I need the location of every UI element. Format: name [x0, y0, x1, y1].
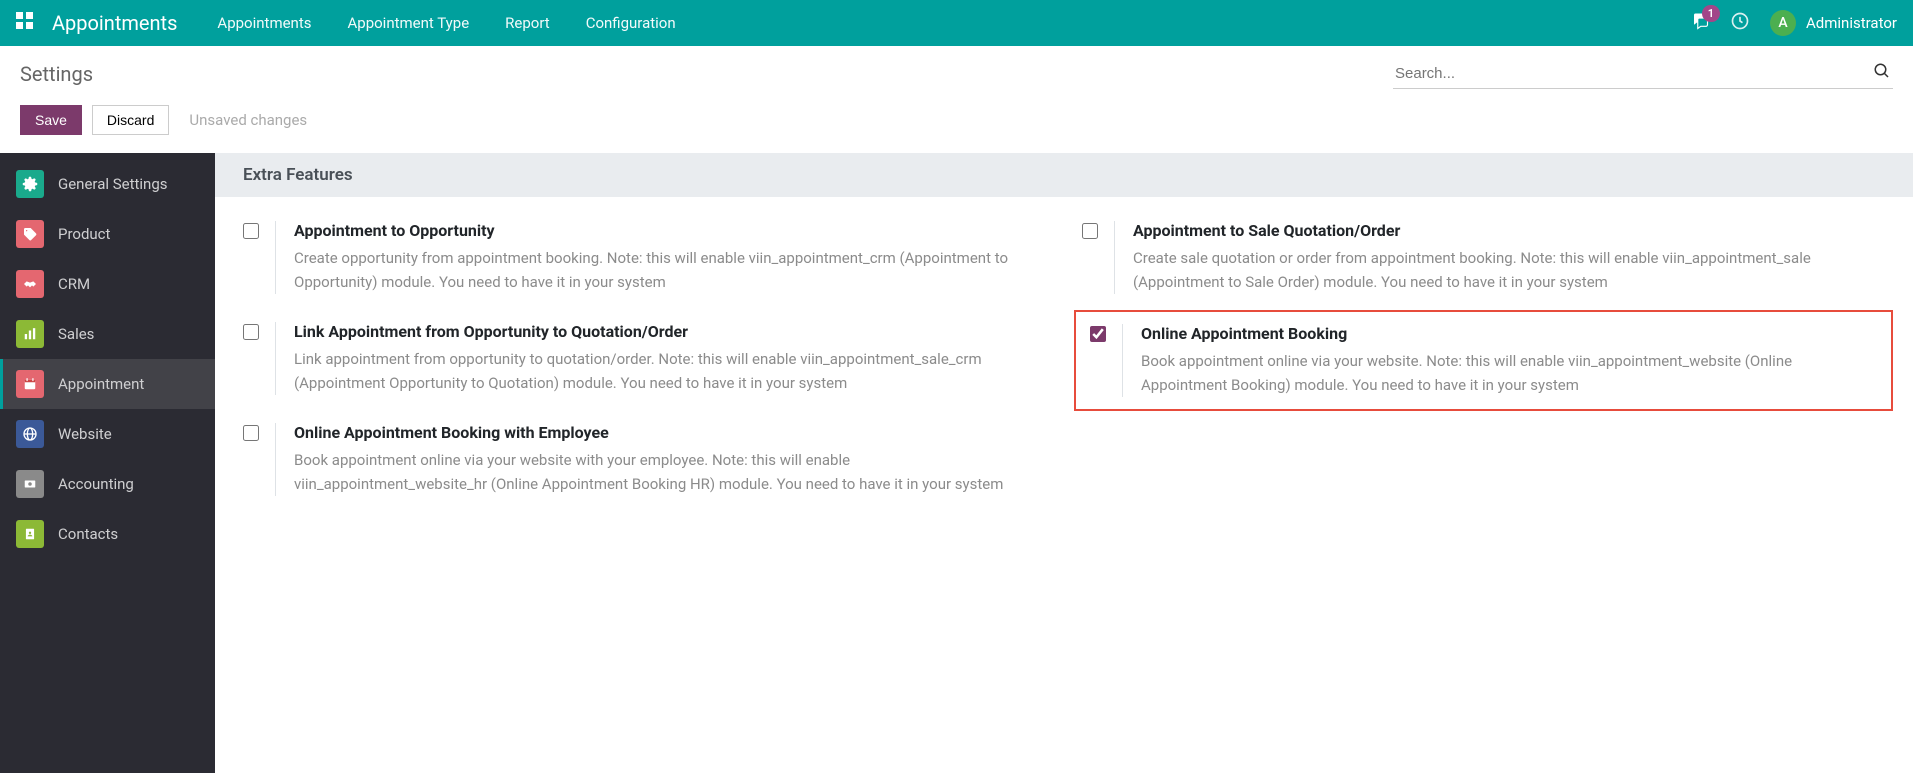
- nav-menu: Appointments Appointment Type Report Con…: [217, 14, 675, 32]
- setting-title: Appointment to Sale Quotation/Order: [1133, 221, 1883, 240]
- status-text: Unsaved changes: [189, 111, 307, 129]
- sidebar-item-accounting[interactable]: Accounting: [0, 459, 215, 509]
- setting-title: Appointment to Opportunity: [294, 221, 1044, 240]
- money-icon: [16, 470, 44, 498]
- user-menu[interactable]: A Administrator: [1770, 10, 1897, 36]
- sidebar-item-contacts[interactable]: Contacts: [0, 509, 215, 559]
- sidebar-item-appointment[interactable]: Appointment: [0, 359, 215, 409]
- calendar-icon: [16, 370, 44, 398]
- apps-grid-icon[interactable]: [16, 12, 34, 34]
- gear-icon: [16, 170, 44, 198]
- sidebar-item-label: Contacts: [58, 525, 118, 543]
- settings-sidebar: General Settings Product CRM Sales Appoi…: [0, 153, 215, 773]
- search-icon[interactable]: [1873, 62, 1891, 84]
- setting-desc: Create sale quotation or order from appo…: [1133, 246, 1883, 294]
- search-input[interactable]: [1395, 65, 1873, 82]
- avatar: A: [1770, 10, 1796, 36]
- globe-icon: [16, 420, 44, 448]
- control-panel: Settings: [0, 46, 1913, 95]
- save-button[interactable]: Save: [20, 105, 82, 135]
- checkbox-online-booking-employee[interactable]: [243, 425, 259, 441]
- nav-appointments[interactable]: Appointments: [217, 14, 311, 32]
- setting-online-booking-employee: Online Appointment Booking with Employee…: [235, 423, 1054, 496]
- chat-icon[interactable]: 1: [1690, 12, 1710, 34]
- settings-grid: Appointment to Opportunity Create opport…: [215, 197, 1913, 520]
- setting-appointment-to-sale: Appointment to Sale Quotation/Order Crea…: [1074, 221, 1893, 294]
- setting-title: Online Appointment Booking: [1141, 324, 1875, 343]
- sidebar-item-website[interactable]: Website: [0, 409, 215, 459]
- page-title: Settings: [20, 62, 93, 86]
- app-title[interactable]: Appointments: [52, 11, 177, 35]
- setting-online-booking: Online Appointment Booking Book appointm…: [1082, 324, 1885, 397]
- tag-icon: [16, 220, 44, 248]
- setting-appointment-to-opportunity: Appointment to Opportunity Create opport…: [235, 221, 1054, 294]
- navbar-right: 1 A Administrator: [1690, 10, 1897, 36]
- main-area: General Settings Product CRM Sales Appoi…: [0, 153, 1913, 773]
- nav-configuration[interactable]: Configuration: [586, 14, 676, 32]
- discard-button[interactable]: Discard: [92, 105, 169, 135]
- setting-desc: Create opportunity from appointment book…: [294, 246, 1044, 294]
- user-name: Administrator: [1806, 14, 1897, 32]
- settings-col-left: Appointment to Opportunity Create opport…: [235, 221, 1054, 496]
- sidebar-item-label: Website: [58, 425, 112, 443]
- checkbox-appointment-to-sale[interactable]: [1082, 223, 1098, 239]
- sidebar-item-sales[interactable]: Sales: [0, 309, 215, 359]
- nav-appointment-type[interactable]: Appointment Type: [348, 14, 470, 32]
- book-icon: [16, 520, 44, 548]
- settings-col-right: Appointment to Sale Quotation/Order Crea…: [1074, 221, 1893, 496]
- handshake-icon: [16, 270, 44, 298]
- highlight-box: Online Appointment Booking Book appointm…: [1074, 310, 1893, 411]
- chart-icon: [16, 320, 44, 348]
- section-header: Extra Features: [215, 153, 1913, 197]
- checkbox-link-appointment-quotation[interactable]: [243, 324, 259, 340]
- sidebar-item-label: Appointment: [58, 375, 144, 393]
- search-box[interactable]: [1393, 58, 1893, 89]
- action-buttons: Save Discard Unsaved changes: [0, 95, 1913, 153]
- settings-content: Extra Features Appointment to Opportunit…: [215, 153, 1913, 773]
- sidebar-item-crm[interactable]: CRM: [0, 259, 215, 309]
- setting-title: Link Appointment from Opportunity to Quo…: [294, 322, 1044, 341]
- sidebar-item-label: Accounting: [58, 475, 134, 493]
- checkbox-online-booking[interactable]: [1090, 326, 1106, 342]
- setting-link-appointment-quotation: Link Appointment from Opportunity to Quo…: [235, 322, 1054, 395]
- top-navbar: Appointments Appointments Appointment Ty…: [0, 0, 1913, 46]
- sidebar-item-product[interactable]: Product: [0, 209, 215, 259]
- sidebar-item-label: CRM: [58, 275, 90, 293]
- nav-report[interactable]: Report: [505, 14, 550, 32]
- clock-icon[interactable]: [1730, 11, 1750, 35]
- sidebar-item-label: General Settings: [58, 175, 168, 193]
- chat-badge: 1: [1702, 5, 1720, 22]
- setting-title: Online Appointment Booking with Employee: [294, 423, 1044, 442]
- sidebar-item-label: Product: [58, 225, 110, 243]
- setting-desc: Book appointment online via your website…: [294, 448, 1044, 496]
- sidebar-item-label: Sales: [58, 325, 94, 343]
- checkbox-appointment-to-opportunity[interactable]: [243, 223, 259, 239]
- setting-desc: Link appointment from opportunity to quo…: [294, 347, 1044, 395]
- sidebar-item-general-settings[interactable]: General Settings: [0, 159, 215, 209]
- setting-desc: Book appointment online via your website…: [1141, 349, 1875, 397]
